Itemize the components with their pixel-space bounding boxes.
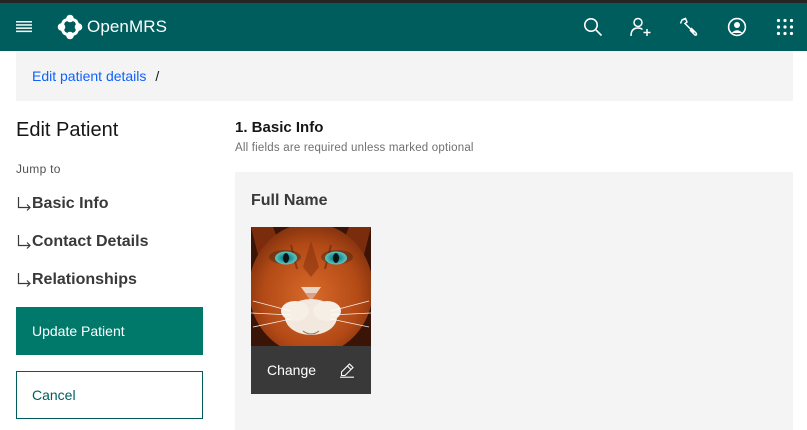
patient-photo xyxy=(251,227,371,346)
search-button[interactable] xyxy=(569,3,617,51)
basic-info-panel: Full Name Change xyxy=(235,172,793,430)
top-nav-bar: OpenMRS xyxy=(0,0,807,51)
update-patient-button[interactable]: Update Patient xyxy=(16,307,203,355)
section-title-basic-info: 1. Basic Info xyxy=(235,119,324,136)
breadcrumb-link-edit-patient[interactable]: Edit patient details xyxy=(32,68,146,84)
full-name-heading: Full Name xyxy=(251,192,328,209)
search-icon xyxy=(584,18,603,37)
edit-pencil-icon xyxy=(340,363,354,378)
patient-photo-card: Change xyxy=(251,227,371,394)
jump-link-label: Relationships xyxy=(32,271,137,288)
app-switcher-button[interactable] xyxy=(761,3,807,51)
jump-link-label: Contact Details xyxy=(32,233,149,250)
system-admin-button[interactable] xyxy=(665,3,713,51)
jump-link-contact-details[interactable]: Contact Details xyxy=(16,233,148,251)
openmrs-logo-icon xyxy=(57,14,83,40)
breadcrumb: Edit patient details / xyxy=(16,51,793,101)
add-patient-icon xyxy=(630,17,651,37)
cat-portrait-image xyxy=(251,227,371,346)
breadcrumb-separator: / xyxy=(155,68,160,84)
brand-logo[interactable]: OpenMRS xyxy=(57,13,167,41)
change-photo-button[interactable]: Change xyxy=(251,346,371,394)
page-title: Edit Patient xyxy=(16,119,119,141)
jump-to-label: Jump to xyxy=(16,162,61,176)
brand-name: OpenMRS xyxy=(87,17,168,36)
add-patient-button[interactable] xyxy=(617,3,665,51)
cancel-button[interactable]: Cancel xyxy=(16,371,203,419)
menu-icon xyxy=(16,21,32,33)
change-photo-label: Change xyxy=(267,362,317,378)
menu-button[interactable] xyxy=(0,3,48,51)
section-subtitle: All fields are required unless marked op… xyxy=(235,142,474,154)
user-menu-button[interactable] xyxy=(713,3,761,51)
user-avatar-icon xyxy=(727,17,747,37)
arrow-down-right-icon xyxy=(17,197,31,211)
arrow-down-right-icon xyxy=(17,235,31,249)
app-switcher-icon xyxy=(776,18,794,36)
jump-link-label: Basic Info xyxy=(32,195,109,212)
arrow-down-right-icon xyxy=(17,273,31,287)
jump-link-relationships[interactable]: Relationships xyxy=(16,271,137,289)
jump-link-basic-info[interactable]: Basic Info xyxy=(16,195,108,213)
system-admin-icon xyxy=(679,17,698,36)
